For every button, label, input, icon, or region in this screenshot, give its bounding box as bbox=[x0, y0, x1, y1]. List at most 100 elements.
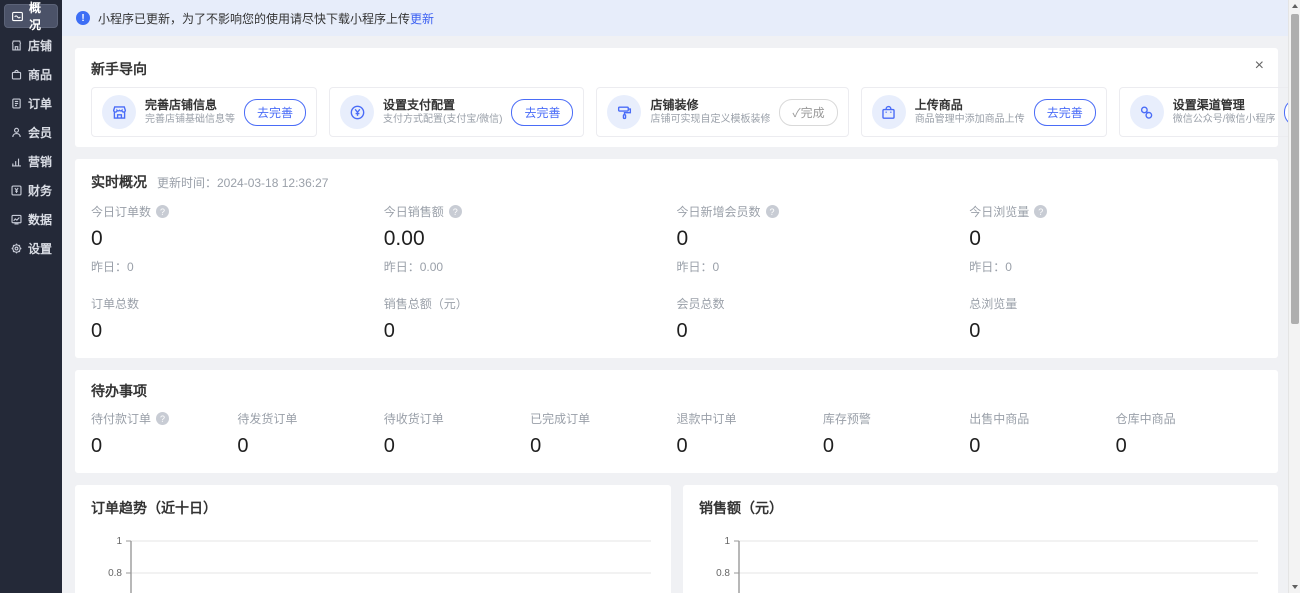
chart-title: 销售额（元） bbox=[699, 499, 1262, 517]
stat-value: 0 bbox=[823, 433, 969, 459]
guide-item-title: 设置支付配置 bbox=[383, 97, 502, 113]
storefront-icon bbox=[102, 95, 136, 129]
stat-value: 0 bbox=[969, 226, 1262, 252]
stat-value: 0 bbox=[384, 433, 530, 459]
sidebar-item-finance[interactable]: 财务 bbox=[4, 178, 58, 202]
stat-warehouse-goods: 仓库中商品 0 bbox=[1116, 410, 1262, 459]
stat-yesterday: 昨日：0.00 bbox=[384, 258, 677, 275]
scroll-down-arrow[interactable] bbox=[1289, 581, 1300, 593]
stat-value: 0 bbox=[91, 226, 384, 252]
info-icon: ! bbox=[76, 11, 90, 25]
marketing-icon bbox=[10, 155, 23, 168]
help-icon[interactable]: ? bbox=[449, 205, 462, 218]
stat-value: 0 bbox=[677, 433, 823, 459]
stat-total-sales: 销售总额（元） 0 bbox=[384, 295, 677, 344]
help-icon[interactable]: ? bbox=[1034, 205, 1047, 218]
stat-value: 0 bbox=[969, 318, 1262, 344]
guide-item-subtitle: 支付方式配置(支付宝/微信) bbox=[383, 113, 502, 127]
main-area: ! 小程序已更新，为了不影响您的使用请尽快下载小程序上传更新 新手导向 × 完善… bbox=[62, 0, 1300, 593]
sidebar-item-members[interactable]: 会员 bbox=[4, 120, 58, 144]
order-trend-chart: 10.80.60.40.20 bbox=[91, 531, 655, 593]
sidebar-item-label: 营销 bbox=[28, 153, 52, 170]
stat-value: 0 bbox=[384, 318, 677, 344]
scroll-up-arrow[interactable] bbox=[1289, 0, 1300, 12]
stat-yesterday: 昨日：0 bbox=[969, 258, 1262, 275]
guide-item-subtitle: 微信公众号/微信小程序 bbox=[1173, 113, 1276, 127]
update-link[interactable]: 更新 bbox=[410, 10, 434, 27]
guide-item-title: 设置渠道管理 bbox=[1173, 97, 1276, 113]
stat-label: 仓库中商品 bbox=[1116, 410, 1176, 427]
help-icon[interactable]: ? bbox=[156, 205, 169, 218]
stat-yesterday: 昨日：0 bbox=[677, 258, 970, 275]
sidebar-item-shop[interactable]: 店铺 bbox=[4, 33, 58, 57]
app-window: 概况 店铺 商品 订单 会员 营销 财务 数据 bbox=[0, 0, 1300, 593]
order-trend-chart-card: 订单趋势（近十日） 10.80.60.40.20 bbox=[75, 485, 671, 593]
overview-icon bbox=[11, 10, 24, 23]
stat-total-members: 会员总数 0 bbox=[677, 295, 970, 344]
members-icon bbox=[10, 126, 23, 139]
channel-icon bbox=[1130, 95, 1164, 129]
sidebar-item-label: 会员 bbox=[28, 124, 52, 141]
stat-completed-orders: 已完成订单 0 bbox=[530, 410, 676, 459]
stat-label: 今日销售额 bbox=[384, 203, 444, 220]
stat-value: 0 bbox=[530, 433, 676, 459]
stat-refunding-orders: 退款中订单 0 bbox=[677, 410, 823, 459]
stat-label: 出售中商品 bbox=[969, 410, 1029, 427]
go-complete-button[interactable]: 去完善 bbox=[511, 99, 573, 126]
upload-goods-icon bbox=[872, 95, 906, 129]
stat-yesterday: 昨日：0 bbox=[91, 258, 384, 275]
sidebar-item-settings[interactable]: 设置 bbox=[4, 236, 58, 260]
total-stats: 订单总数 0 销售总额（元） 0 会员总数 0 总浏览量 0 bbox=[91, 295, 1262, 344]
today-stats: 今日订单数? 0 昨日：0 今日销售额? 0.00 昨日：0.00 今日新增会员… bbox=[91, 203, 1262, 275]
stat-label: 待发货订单 bbox=[237, 410, 297, 427]
guide-item-payment: 设置支付配置 支付方式配置(支付宝/微信) 去完善 bbox=[329, 87, 584, 137]
sidebar-item-data[interactable]: 数据 bbox=[4, 207, 58, 231]
chart-title: 订单趋势（近十日） bbox=[91, 499, 655, 517]
guide-item-subtitle: 店铺可实现自定义模板装修 bbox=[650, 113, 770, 127]
sidebar-item-goods[interactable]: 商品 bbox=[4, 62, 58, 86]
stat-value: 0.00 bbox=[384, 226, 677, 252]
go-complete-button[interactable]: 去完善 bbox=[1034, 99, 1096, 126]
todo-stats: 待付款订单? 0 待发货订单 0 待收货订单 0 已完成订单 0 bbox=[91, 410, 1262, 459]
sidebar-item-label: 数据 bbox=[28, 211, 52, 228]
guide-item-title: 完善店铺信息 bbox=[145, 97, 235, 113]
stat-label: 会员总数 bbox=[677, 295, 725, 312]
content: 新手导向 × 完善店铺信息 完善店铺基础信息等 去完善 bbox=[62, 36, 1300, 593]
stat-stock-warning: 库存预警 0 bbox=[823, 410, 969, 459]
scrollbar-thumb[interactable] bbox=[1291, 14, 1299, 324]
stat-value: 0 bbox=[237, 433, 383, 459]
stat-value: 0 bbox=[677, 226, 970, 252]
svg-text:0.8: 0.8 bbox=[716, 568, 730, 579]
guide-title: 新手导向 bbox=[91, 60, 1262, 78]
help-icon[interactable]: ? bbox=[766, 205, 779, 218]
sidebar-item-overview[interactable]: 概况 bbox=[4, 4, 58, 28]
stat-value: 0 bbox=[969, 433, 1115, 459]
guide-items: 完善店铺信息 完善店铺基础信息等 去完善 设置支付配置 支付方式配置(支付宝/微… bbox=[91, 87, 1262, 137]
stat-value: 0 bbox=[91, 318, 384, 344]
realtime-overview-card: 实时概况 更新时间：2024-03-18 12:36:27 今日订单数? 0 昨… bbox=[75, 159, 1278, 358]
sidebar-item-orders[interactable]: 订单 bbox=[4, 91, 58, 115]
stat-label: 销售总额（元） bbox=[384, 295, 468, 312]
close-icon[interactable]: × bbox=[1255, 58, 1264, 74]
guide-item-title: 店铺装修 bbox=[650, 97, 770, 113]
stat-today-views: 今日浏览量? 0 昨日：0 bbox=[969, 203, 1262, 275]
charts-row: 订单趋势（近十日） 10.80.60.40.20 销售额（元） 10.80.60… bbox=[75, 485, 1278, 593]
sidebar-item-label: 财务 bbox=[28, 182, 52, 199]
done-button[interactable]: ✓完成 bbox=[779, 99, 837, 126]
stat-on-sale-goods: 出售中商品 0 bbox=[969, 410, 1115, 459]
guide-item-subtitle: 完善店铺基础信息等 bbox=[145, 113, 235, 127]
guide-item-upload-goods: 上传商品 商品管理中添加商品上传 去完善 bbox=[861, 87, 1107, 137]
vertical-scrollbar[interactable] bbox=[1288, 0, 1300, 593]
stat-to-receive-orders: 待收货订单 0 bbox=[384, 410, 530, 459]
todo-card: 待办事项 待付款订单? 0 待发货订单 0 待收货订单 0 bbox=[75, 370, 1278, 473]
sidebar: 概况 店铺 商品 订单 会员 营销 财务 数据 bbox=[0, 0, 62, 593]
sidebar-item-label: 概况 bbox=[29, 0, 51, 33]
sidebar-item-marketing[interactable]: 营销 bbox=[4, 149, 58, 173]
stat-label: 待收货订单 bbox=[384, 410, 444, 427]
goods-icon bbox=[10, 68, 23, 81]
svg-text:1: 1 bbox=[116, 536, 122, 547]
updated-time: 更新时间：2024-03-18 12:36:27 bbox=[157, 174, 328, 191]
stat-label: 退款中订单 bbox=[677, 410, 737, 427]
help-icon[interactable]: ? bbox=[156, 412, 169, 425]
go-complete-button[interactable]: 去完善 bbox=[244, 99, 306, 126]
